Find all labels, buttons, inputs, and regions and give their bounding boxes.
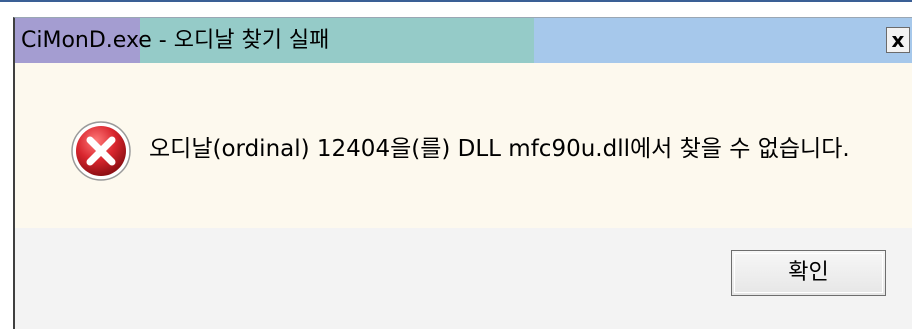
close-button[interactable]: x — [886, 27, 910, 53]
dialog-title: CiMonD.exe - 오디날 찾기 실패 — [21, 28, 330, 53]
close-icon: x — [891, 28, 905, 52]
dialog-titlebar[interactable]: CiMonD.exe - 오디날 찾기 실패 x — [15, 18, 912, 63]
error-message: 오디날(ordinal) 12404을(를) DLL mfc90u.dll에서 … — [149, 136, 850, 162]
background-window-edge — [0, 0, 912, 8]
error-dialog: CiMonD.exe - 오디날 찾기 실패 x 오디날(ordinal) 12… — [13, 17, 912, 329]
ok-button-label: 확인 — [788, 260, 829, 285]
dialog-content: 오디날(ordinal) 12404을(를) DLL mfc90u.dll에서 … — [15, 63, 912, 228]
error-icon — [71, 121, 131, 181]
ok-button[interactable]: 확인 — [731, 250, 886, 296]
dialog-footer: 확인 — [15, 228, 912, 329]
